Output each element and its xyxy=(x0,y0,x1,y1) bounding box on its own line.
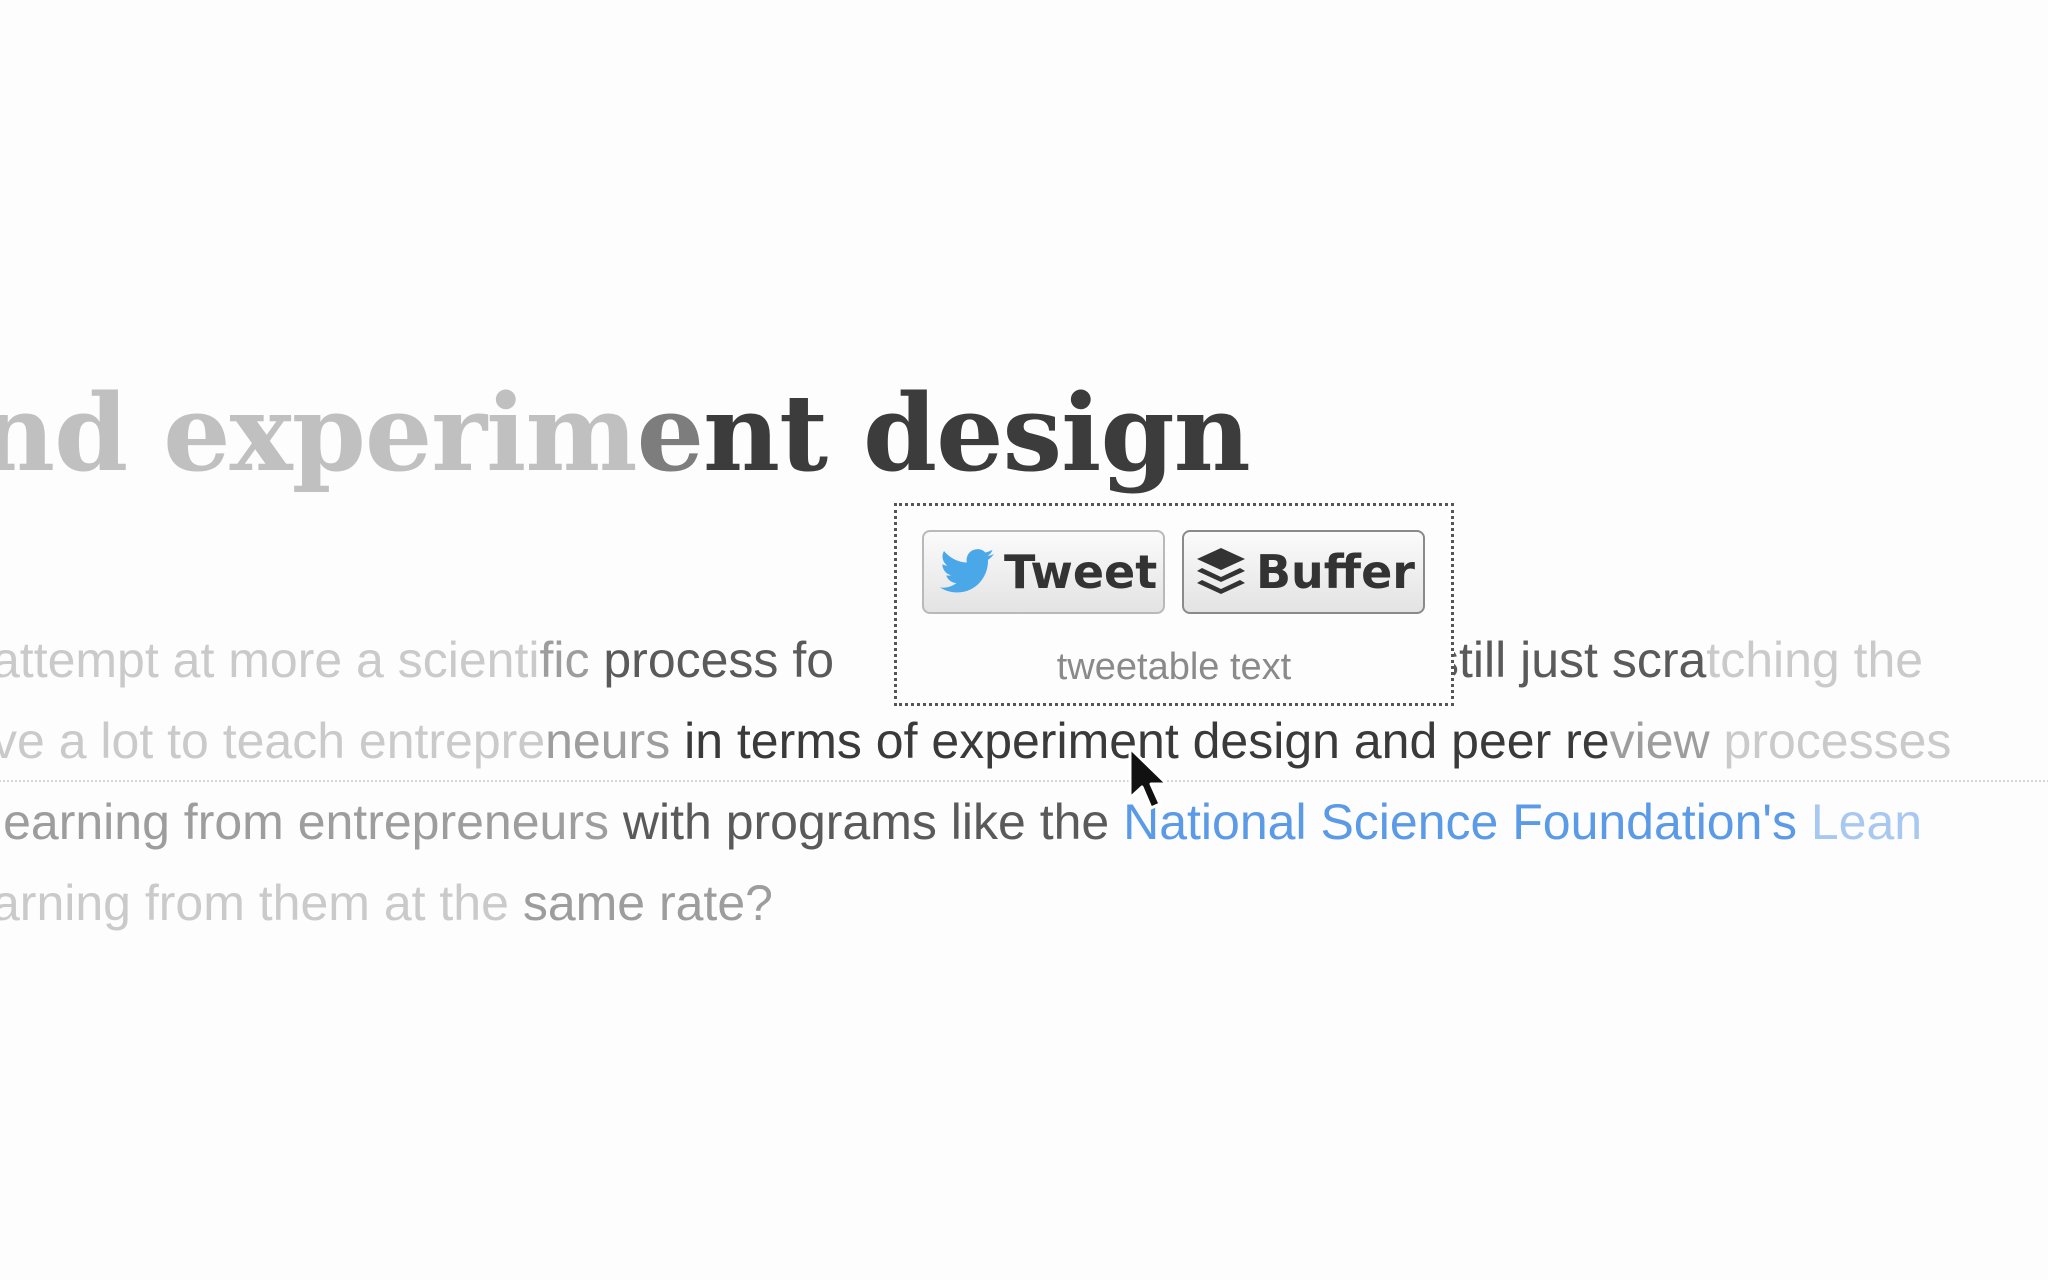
text-segment: same rate? xyxy=(522,875,773,931)
title-segment-dark: nt design xyxy=(703,370,1251,495)
text-segment: process fo xyxy=(589,632,835,688)
nsf-link[interactable]: National Science Foundation's xyxy=(1123,794,1797,850)
paragraph-line-3: learning from entrepreneurs with program… xyxy=(0,782,2048,863)
text-segment: arning from them at the xyxy=(0,875,523,931)
text-segment: learning from entrepreneurs xyxy=(0,794,609,850)
buffer-button[interactable]: Buffer xyxy=(1182,530,1425,614)
text-segment: attempt at more a scienti xyxy=(0,632,540,688)
article-title: nd experiment design xyxy=(0,368,1251,498)
text-segment: processes xyxy=(1709,713,1952,769)
twitter-bird-icon xyxy=(940,548,996,596)
paragraph-line-4: arning from them at the same rate? xyxy=(0,863,2048,944)
text-segment: neurs xyxy=(545,713,671,769)
title-segment-mid: e xyxy=(636,370,704,495)
nsf-link-continued[interactable]: Lean xyxy=(1797,794,1922,850)
title-segment-faded: nd experim xyxy=(0,370,638,495)
text-segment: still just scra xyxy=(1434,632,1707,688)
buffer-label: Buffer xyxy=(1256,545,1415,599)
popup-caption: tweetable text xyxy=(1056,646,1292,688)
text-segment: ve a lot to teach entrepre xyxy=(0,713,546,769)
tweet-button[interactable]: Tweet xyxy=(922,530,1165,614)
tweet-label: Tweet xyxy=(1004,545,1158,599)
mouse-pointer-icon xyxy=(1128,746,1169,810)
text-segment: view xyxy=(1609,713,1710,769)
paragraph-line-2-selected[interactable]: ve a lot to teach entrepreneurs in terms… xyxy=(0,701,2048,782)
tweetable-popup: Tweet Buffer tweetable text xyxy=(894,503,1454,706)
text-segment: fic xyxy=(539,632,590,688)
text-segment: with programs like the xyxy=(609,794,1110,850)
buffer-stack-icon xyxy=(1194,545,1248,599)
text-segment: tching the xyxy=(1706,632,1924,688)
